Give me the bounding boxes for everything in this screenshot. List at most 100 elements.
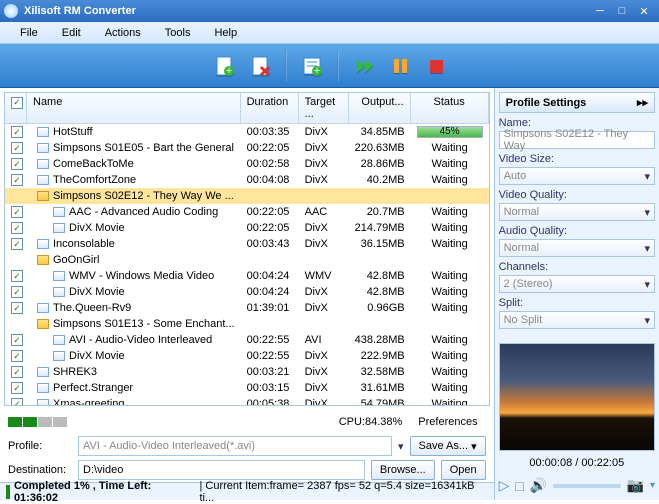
table-row[interactable]: Xmas-greeting00:05:38DivX54.79MBWaiting [5, 396, 489, 406]
pause-button[interactable] [385, 50, 415, 82]
file-icon [53, 223, 65, 233]
row-checkbox[interactable] [11, 126, 23, 138]
close-button[interactable]: ✕ [633, 3, 655, 19]
row-checkbox[interactable] [11, 222, 23, 234]
table-row[interactable]: WMV - Windows Media Video00:04:24WMV42.8… [5, 268, 489, 284]
menu-actions[interactable]: Actions [93, 25, 153, 41]
table-row[interactable]: HotStuff00:03:35DivX34.85MB45% [5, 124, 489, 140]
volume-icon[interactable]: 🔊 [530, 477, 547, 494]
row-checkbox[interactable] [11, 334, 23, 346]
file-icon [37, 383, 49, 393]
file-icon [37, 399, 49, 406]
minimize-button[interactable]: ─ [589, 3, 611, 19]
name-field[interactable]: Simpsons S02E12 - They Way [499, 131, 655, 149]
header-duration[interactable]: Duration [241, 93, 299, 123]
preview-pane [499, 343, 655, 451]
table-row[interactable]: Simpsons S02E12 - They Way We ... [5, 188, 489, 204]
row-checkbox[interactable] [11, 302, 23, 314]
start-button[interactable] [349, 50, 379, 82]
table-row[interactable]: ComeBackToMe00:02:58DivX28.86MBWaiting [5, 156, 489, 172]
browse-button[interactable]: Browse... [371, 460, 435, 480]
remove-file-button[interactable] [245, 50, 275, 82]
table-row[interactable]: DivX Movie00:22:55DivX222.9MBWaiting [5, 348, 489, 364]
snapshot-menu-icon[interactable]: ▾ [650, 480, 655, 491]
maximize-button[interactable]: □ [611, 3, 633, 19]
split-label: Split: [499, 297, 655, 309]
svg-text:+: + [313, 65, 319, 77]
table-row[interactable]: AVI - Audio-Video Interleaved00:22:55AVI… [5, 332, 489, 348]
file-icon [37, 175, 49, 185]
row-checkbox[interactable] [11, 158, 23, 170]
table-row[interactable]: TheComfortZone00:04:08DivX40.2MBWaiting [5, 172, 489, 188]
header-output[interactable]: Output... [349, 93, 411, 123]
table-row[interactable]: Simpsons S01E05 - Bart the General00:22:… [5, 140, 489, 156]
row-checkbox[interactable] [11, 238, 23, 250]
stop-icon[interactable]: □ [515, 478, 523, 494]
file-icon [37, 303, 49, 313]
status-bar: Completed 1% , Time Left: 01:36:02 | Cur… [0, 482, 494, 500]
channels-label: Channels: [499, 261, 655, 273]
play-icon[interactable]: ▷ [499, 477, 510, 494]
table-row[interactable]: Perfect.Stranger00:03:15DivX31.61MBWaiti… [5, 380, 489, 396]
open-button[interactable]: Open [441, 460, 486, 480]
video-size-combo[interactable]: Auto▾ [499, 167, 655, 185]
row-checkbox[interactable] [11, 286, 23, 298]
file-icon [37, 159, 49, 169]
video-size-label: Video Size: [499, 153, 655, 165]
table-row[interactable]: GoOnGirl [5, 252, 489, 268]
folder-icon [37, 319, 49, 329]
svg-text:+: + [225, 65, 231, 77]
header-target[interactable]: Target ... [299, 93, 349, 123]
app-logo-icon [4, 4, 18, 18]
cpu-label: CPU:84.38% [339, 416, 403, 428]
table-row[interactable]: Simpsons S01E13 - Some Enchant... [5, 316, 489, 332]
header-name[interactable]: Name [27, 93, 241, 123]
toolbar-separator [337, 50, 339, 82]
video-quality-combo[interactable]: Normal▾ [499, 203, 655, 221]
stop-button[interactable] [421, 50, 451, 82]
row-checkbox[interactable] [11, 206, 23, 218]
add-file-button[interactable]: + [209, 50, 239, 82]
preview-controls: ▷ □ 🔊 📷 ▾ [499, 475, 655, 496]
destination-input[interactable]: D:\video [78, 460, 365, 480]
file-list[interactable]: Name Duration Target ... Output... Statu… [4, 92, 490, 406]
menu-file[interactable]: File [8, 25, 50, 41]
row-checkbox[interactable] [11, 142, 23, 154]
preferences-link[interactable]: Preferences [410, 412, 485, 432]
add-profile-button[interactable]: + [297, 50, 327, 82]
file-icon [37, 367, 49, 377]
table-row[interactable]: DivX Movie00:22:05DivX214.79MBWaiting [5, 220, 489, 236]
menu-edit[interactable]: Edit [50, 25, 93, 41]
audio-quality-combo[interactable]: Normal▾ [499, 239, 655, 257]
row-checkbox[interactable] [11, 398, 23, 406]
row-checkbox[interactable] [11, 350, 23, 362]
save-as-button[interactable]: Save As... ▾ [410, 436, 486, 456]
toolbar: + + [0, 44, 659, 88]
cpu-bars [8, 417, 67, 427]
row-checkbox[interactable] [11, 382, 23, 394]
header-check[interactable] [5, 93, 27, 123]
split-combo[interactable]: No Split▾ [499, 311, 655, 329]
table-row[interactable]: The.Queen-Rv901:39:01DivX0.96GBWaiting [5, 300, 489, 316]
titlebar: Xilisoft RM Converter ─ □ ✕ [0, 0, 659, 22]
header-status[interactable]: Status [411, 93, 489, 123]
table-row[interactable]: Inconsolable00:03:43DivX36.15MBWaiting [5, 236, 489, 252]
menu-help[interactable]: Help [202, 25, 249, 41]
profile-combo[interactable]: AVI - Audio-Video Interleaved(*.avi) [78, 436, 392, 456]
channels-combo[interactable]: 2 (Stereo)▾ [499, 275, 655, 293]
file-icon [53, 335, 65, 345]
row-checkbox[interactable] [11, 174, 23, 186]
row-checkbox[interactable] [11, 270, 23, 282]
file-icon [53, 287, 65, 297]
volume-slider[interactable] [553, 484, 620, 488]
table-row[interactable]: DivX Movie00:04:24DivX42.8MBWaiting [5, 284, 489, 300]
menu-tools[interactable]: Tools [153, 25, 203, 41]
expand-icon[interactable]: ▸▸ [637, 96, 648, 109]
video-quality-label: Video Quality: [499, 189, 655, 201]
table-row[interactable]: SHREK300:03:21DivX32.58MBWaiting [5, 364, 489, 380]
file-icon [53, 351, 65, 361]
folder-icon [37, 255, 49, 265]
snapshot-icon[interactable]: 📷 [627, 477, 644, 494]
row-checkbox[interactable] [11, 366, 23, 378]
table-row[interactable]: AAC - Advanced Audio Coding00:22:05AAC20… [5, 204, 489, 220]
